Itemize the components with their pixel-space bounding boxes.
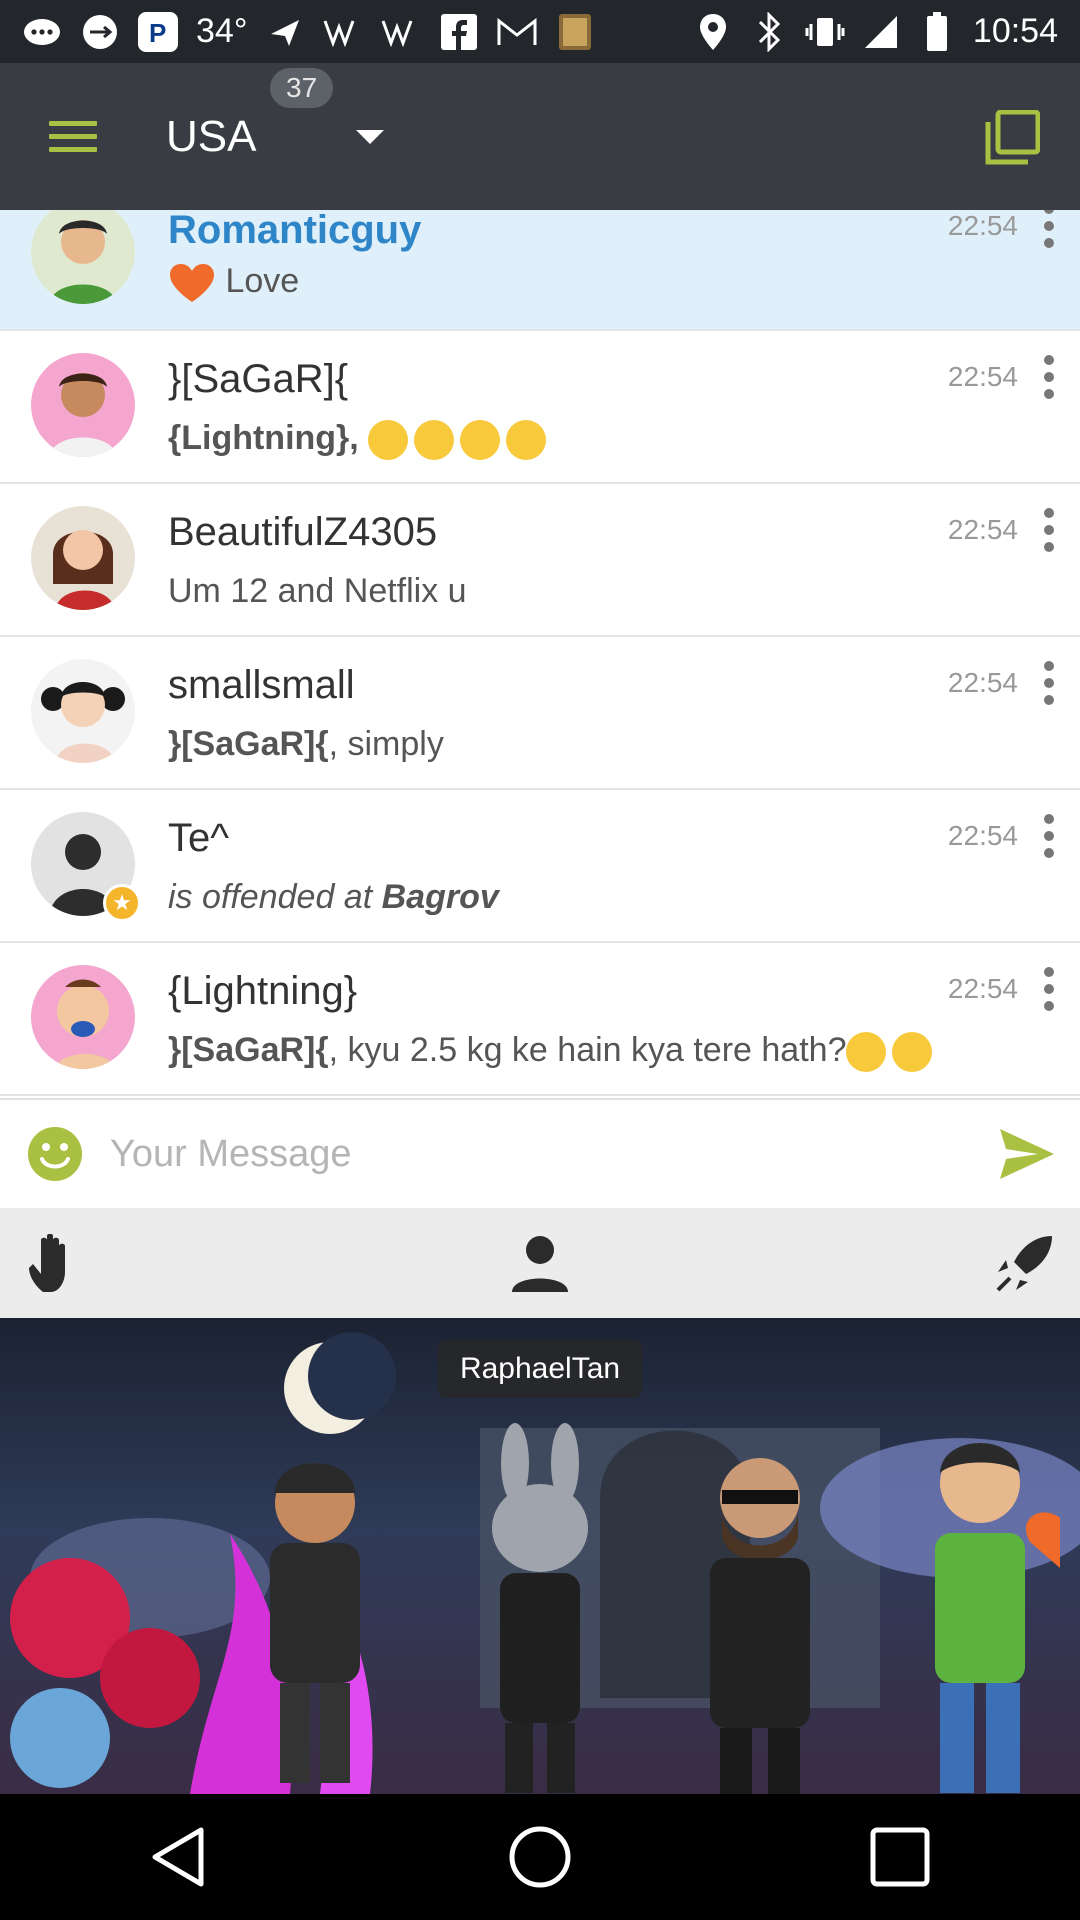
back-icon bbox=[152, 1827, 204, 1887]
back-button[interactable] bbox=[145, 1822, 215, 1892]
vibrate-icon bbox=[805, 12, 845, 52]
chat-message: }[SaGaR]{, kyu 2.5 kg ke hain kya tere h… bbox=[168, 1031, 938, 1073]
status-bar-left: P 34° bbox=[22, 11, 693, 52]
chat-message: Love bbox=[168, 262, 299, 304]
chat-time: 22:54 bbox=[947, 973, 1018, 1004]
messages-icon bbox=[22, 12, 62, 52]
chat-message: is offended at Bagrov bbox=[168, 878, 499, 916]
fbi-avatar bbox=[270, 1463, 360, 1783]
laughing-emoji-icon bbox=[460, 420, 501, 461]
profile-button[interactable] bbox=[510, 1234, 570, 1294]
chat-item[interactable]: smallsmall 22:54 }[SaGaR]{, simply bbox=[0, 637, 1080, 790]
chat-name: Te^ bbox=[168, 816, 230, 860]
emoji-button[interactable] bbox=[26, 1125, 84, 1183]
person-icon bbox=[512, 1236, 568, 1292]
status-bar-right: 10:54 bbox=[693, 11, 1058, 52]
chat-item[interactable]: BeautifulZ4305 22:54 Um 12 and Netflix u bbox=[0, 484, 1080, 637]
bearded-avatar bbox=[710, 1458, 810, 1794]
confused-emoji-icon bbox=[846, 1032, 887, 1073]
laughing-emoji-icon bbox=[506, 420, 547, 461]
avatar[interactable] bbox=[31, 659, 135, 763]
wireless-icon-2 bbox=[381, 12, 421, 52]
facebook-icon bbox=[439, 12, 479, 52]
chat-time: 22:54 bbox=[947, 820, 1018, 851]
chat-time: 22:54 bbox=[947, 514, 1018, 545]
app-bar: USA 37 bbox=[0, 63, 1080, 210]
paypal-icon: P bbox=[138, 11, 178, 52]
chat-message: {Lightning}, bbox=[168, 419, 552, 461]
more-options-button[interactable] bbox=[1034, 508, 1064, 552]
more-options-button[interactable] bbox=[1034, 661, 1064, 705]
laughing-emoji-icon bbox=[414, 420, 455, 461]
home-icon bbox=[509, 1826, 571, 1888]
wave-button[interactable] bbox=[25, 1233, 85, 1294]
home-button[interactable] bbox=[505, 1822, 575, 1892]
heart-icon bbox=[170, 264, 214, 303]
more-options-button[interactable] bbox=[1034, 210, 1064, 248]
menu-button[interactable] bbox=[28, 92, 118, 182]
smiley-icon bbox=[28, 1127, 82, 1181]
boost-button[interactable] bbox=[994, 1234, 1054, 1294]
mail-icon bbox=[497, 12, 537, 52]
avatar[interactable] bbox=[31, 965, 135, 1069]
chat-item[interactable]: Romanticguy 22:54 Love bbox=[0, 210, 1080, 331]
chat-item[interactable]: {Lightning} 22:54 }[SaGaR]{, kyu 2.5 kg … bbox=[0, 943, 1080, 1096]
copy-icon bbox=[985, 109, 1041, 165]
bluetooth-icon bbox=[749, 11, 789, 52]
status-bar: P 34° 10:54 bbox=[0, 0, 1080, 63]
more-options-button[interactable] bbox=[1034, 814, 1064, 858]
chat-message: }[SaGaR]{, simply bbox=[168, 725, 444, 763]
room-selector[interactable]: USA 37 bbox=[166, 67, 385, 162]
avatar[interactable] bbox=[31, 353, 135, 457]
location-icon bbox=[693, 12, 733, 52]
room-count-badge: 37 bbox=[270, 67, 334, 108]
star-badge-icon: ★ bbox=[103, 884, 141, 922]
temperature: 34° bbox=[196, 12, 248, 50]
chat-item[interactable]: ★ Te^ 22:54 is offended at Bagrov bbox=[0, 790, 1080, 943]
chat-list[interactable]: Romanticguy 22:54 Love }[SaGaR]{ 22:54 {… bbox=[0, 210, 1080, 1098]
green-shirt-avatar bbox=[935, 1443, 1025, 1793]
chat-time: 22:54 bbox=[947, 210, 1018, 241]
more-options-button[interactable] bbox=[1034, 355, 1064, 399]
chat-name: {Lightning} bbox=[168, 969, 358, 1013]
wireless-icon bbox=[323, 12, 363, 52]
svg-text:P: P bbox=[149, 18, 166, 48]
chat-time: 22:54 bbox=[947, 667, 1018, 698]
rocket-icon bbox=[996, 1236, 1052, 1292]
bible-icon bbox=[555, 12, 595, 52]
send-button[interactable] bbox=[998, 1125, 1056, 1183]
chevron-down-icon bbox=[356, 129, 385, 144]
copy-button[interactable] bbox=[984, 109, 1041, 166]
chat-name: }[SaGaR]{ bbox=[168, 357, 349, 401]
airplane-icon bbox=[265, 12, 305, 52]
more-options-button[interactable] bbox=[1034, 967, 1064, 1011]
chat-name: BeautifulZ4305 bbox=[168, 510, 438, 554]
chat-name: smallsmall bbox=[168, 663, 355, 707]
avatar[interactable] bbox=[31, 506, 135, 610]
chat-name: Romanticguy bbox=[168, 210, 422, 252]
avatar[interactable] bbox=[31, 210, 135, 304]
navigation-bar bbox=[0, 1794, 1080, 1920]
hand-icon bbox=[29, 1233, 65, 1292]
room-name: USA bbox=[166, 111, 257, 161]
chat-item[interactable]: }[SaGaR]{ 22:54 {Lightning}, bbox=[0, 331, 1080, 484]
menu-icon bbox=[49, 121, 97, 126]
usb-icon bbox=[80, 12, 120, 52]
avatar-scene[interactable]: RaphaelTan bbox=[0, 1318, 1080, 1794]
message-composer bbox=[0, 1098, 1080, 1208]
battery-icon bbox=[917, 11, 957, 52]
chat-time: 22:54 bbox=[947, 361, 1018, 392]
clock: 10:54 bbox=[972, 12, 1058, 50]
message-input[interactable] bbox=[110, 1119, 998, 1189]
avatar-name-label: RaphaelTan bbox=[437, 1340, 643, 1398]
send-icon bbox=[1000, 1129, 1054, 1179]
laughing-emoji-icon bbox=[368, 420, 409, 461]
action-bar bbox=[0, 1208, 1080, 1318]
chat-message: Um 12 and Netflix u bbox=[168, 572, 467, 610]
grinning-emoji-icon bbox=[892, 1032, 933, 1073]
signal-icon bbox=[861, 12, 901, 52]
recents-button[interactable] bbox=[865, 1822, 935, 1892]
recents-icon bbox=[870, 1827, 930, 1887]
